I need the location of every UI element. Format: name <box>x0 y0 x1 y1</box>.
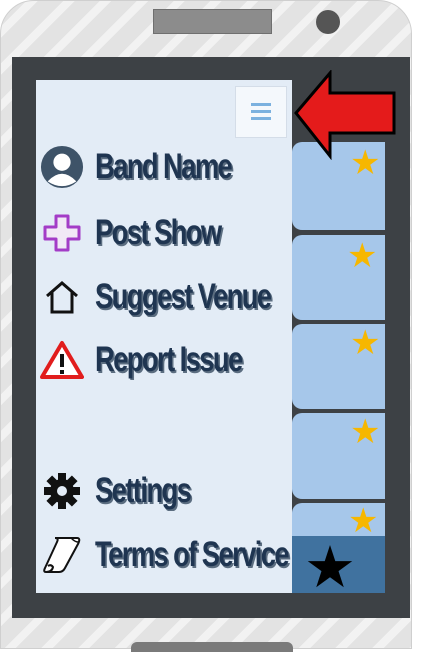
menu-item-label: Settings <box>95 471 192 510</box>
list-item[interactable]: ★ <box>292 413 385 499</box>
menu-toggle-button[interactable] <box>235 86 287 138</box>
menu-item-label: Suggest Venue <box>95 277 272 316</box>
menu-item-report-issue[interactable]: Report Issue <box>40 335 283 385</box>
star-icon[interactable]: ★ <box>350 326 380 360</box>
scroll-icon <box>40 533 84 577</box>
star-icon[interactable]: ★ <box>350 415 380 449</box>
hamburger-menu-icon <box>251 103 271 120</box>
star-icon[interactable]: ★ <box>347 239 377 273</box>
menu-item-label: Band Name <box>95 147 233 186</box>
menu-item-label: Report Issue <box>95 340 243 379</box>
menu-item-settings[interactable]: Settings <box>40 466 217 516</box>
menu-item-post-show[interactable]: Post Show <box>40 208 256 258</box>
menu-item-terms-of-service[interactable]: Terms of Service <box>40 530 343 580</box>
menu-item-suggest-venue[interactable]: Suggest Venue <box>40 272 320 322</box>
menu-item-label: Post Show <box>95 213 222 252</box>
house-icon <box>40 275 84 319</box>
menu-item-band-name[interactable]: Band Name <box>40 142 270 192</box>
user-avatar-icon <box>40 145 84 189</box>
warning-icon <box>40 338 84 382</box>
red-arrow-icon <box>294 70 396 160</box>
menu-item-label: Terms of Service <box>95 535 290 574</box>
gear-icon <box>40 469 84 513</box>
phone-speaker <box>153 9 272 34</box>
phone-camera <box>316 10 340 34</box>
list-item[interactable]: ★ <box>292 324 385 409</box>
plus-icon <box>40 211 84 255</box>
home-bar <box>131 642 293 652</box>
